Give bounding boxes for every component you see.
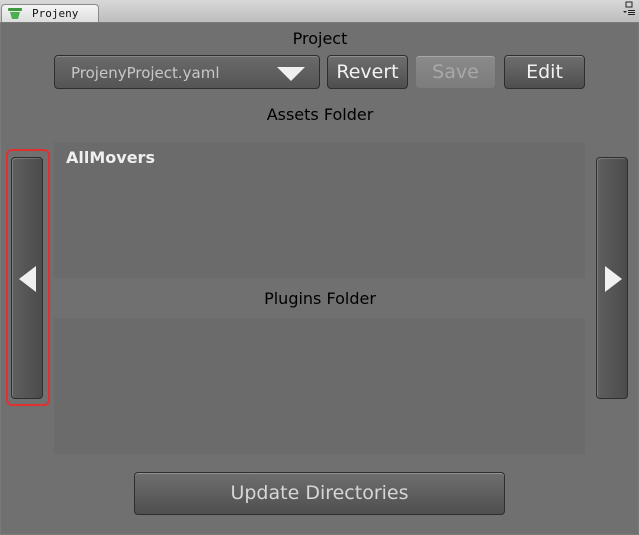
plugins-folder-heading: Plugins Folder — [264, 289, 376, 308]
update-directories-label: Update Directories — [230, 482, 409, 504]
project-heading: Project — [292, 29, 348, 48]
edit-button-label: Edit — [526, 61, 563, 83]
project-dropdown-value: ProjenyProject.yaml — [71, 64, 220, 82]
project-dropdown[interactable]: ProjenyProject.yaml — [54, 55, 320, 89]
edit-button[interactable]: Edit — [504, 55, 585, 89]
tab-strip: Projeny — [0, 0, 639, 23]
list-item[interactable]: AllMovers — [66, 148, 155, 167]
tab-projeny[interactable]: Projeny — [1, 4, 99, 22]
arrow-right-icon — [605, 266, 622, 292]
expand-right-button[interactable] — [596, 157, 628, 399]
projeny-cup-icon — [8, 8, 22, 19]
revert-button-label: Revert — [336, 61, 399, 83]
chevron-down-icon — [277, 67, 305, 81]
tab-menu-icon[interactable] — [622, 1, 636, 19]
assets-folder-heading: Assets Folder — [266, 105, 374, 124]
save-button[interactable]: Save — [415, 55, 496, 89]
save-button-label: Save — [432, 61, 479, 83]
tab-label: Projeny — [32, 7, 79, 20]
highlight-box — [6, 149, 50, 406]
projeny-panel — [0, 22, 639, 535]
plugins-folder-list[interactable] — [54, 318, 585, 454]
assets-folder-list[interactable]: AllMovers — [54, 142, 585, 278]
update-directories-button[interactable]: Update Directories — [134, 472, 505, 515]
revert-button[interactable]: Revert — [327, 55, 408, 89]
